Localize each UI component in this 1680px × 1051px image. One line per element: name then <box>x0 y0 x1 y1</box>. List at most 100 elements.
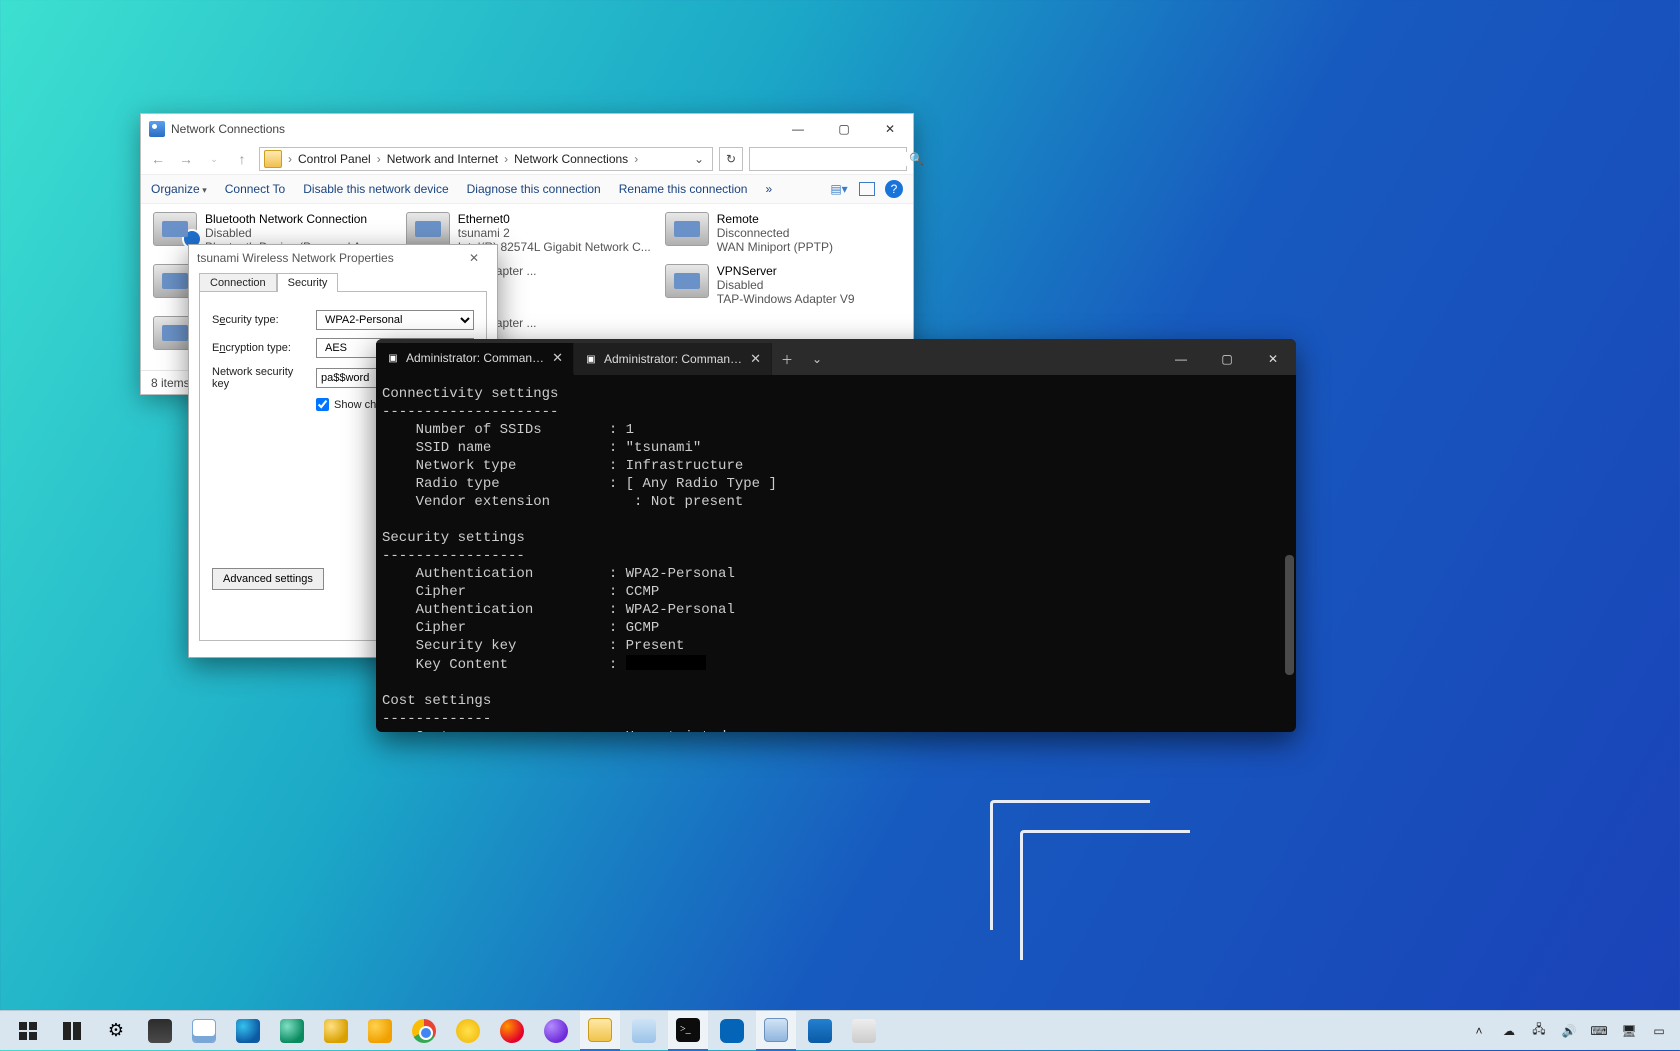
minimize-button[interactable]: — <box>775 114 821 144</box>
chrome-canary-button[interactable] <box>448 1011 488 1051</box>
onedrive-button[interactable] <box>712 1011 752 1051</box>
show-characters-checkbox[interactable] <box>316 398 329 411</box>
window-icon <box>149 121 165 137</box>
display-tray-icon[interactable]: 🖥 <box>1620 1022 1638 1040</box>
generic-app-button[interactable] <box>844 1011 884 1051</box>
dialog-title: tsunami Wireless Network Properties <box>197 251 459 265</box>
chevron-right-icon: › <box>286 152 294 166</box>
preview-pane-icon[interactable] <box>859 182 875 196</box>
ime-tray-icon[interactable]: ⌨ <box>1590 1022 1608 1040</box>
tab-security[interactable]: Security <box>277 273 339 292</box>
control-panel-button[interactable] <box>756 1011 796 1051</box>
adapter-status: Disabled <box>717 278 855 292</box>
back-button[interactable]: ← <box>147 148 169 170</box>
breadcrumb[interactable]: › Control Panel › Network and Internet ›… <box>259 147 713 171</box>
edge-canary-button[interactable] <box>360 1011 400 1051</box>
adapter-name: Remote <box>717 212 833 226</box>
status-text: 8 items <box>151 376 190 390</box>
action-center-icon[interactable]: ▭ <box>1650 1022 1668 1040</box>
cmd-icon: ▣ <box>386 351 400 365</box>
dialog-titlebar[interactable]: tsunami Wireless Network Properties ✕ <box>189 245 497 271</box>
network-tray-icon[interactable]: 🖧 <box>1530 1022 1548 1040</box>
adapter-item[interactable]: VPNServer Disabled TAP-Windows Adapter V… <box>663 262 903 308</box>
close-button[interactable]: ✕ <box>867 114 913 144</box>
overflow-button[interactable]: » <box>765 182 772 196</box>
crumb-dropdown[interactable]: ⌄ <box>690 152 708 166</box>
close-button[interactable]: ✕ <box>459 251 489 265</box>
search-input[interactable] <box>754 152 909 166</box>
search-box[interactable]: 🔍 <box>749 147 907 171</box>
tab-connection[interactable]: Connection <box>199 273 277 292</box>
up-button[interactable]: ↑ <box>231 148 253 170</box>
task-view-button[interactable] <box>52 1011 92 1051</box>
taskbar: ⚙ ˄ ☁ 🖧 🔊 ⌨ 🖥 ▭ <box>0 1010 1680 1050</box>
chrome-button[interactable] <box>404 1011 444 1051</box>
security-type-select[interactable]: WPA2-Personal <box>316 310 474 330</box>
adapter-status: Disabled <box>205 226 392 240</box>
redacted-key <box>626 655 706 670</box>
edge-button[interactable] <box>228 1011 268 1051</box>
maximize-button[interactable]: ▢ <box>821 114 867 144</box>
maximize-button[interactable]: ▢ <box>1204 343 1250 375</box>
window-title: Network Connections <box>171 122 775 136</box>
adapter-icon <box>406 212 450 246</box>
help-icon[interactable]: ? <box>885 180 903 198</box>
onedrive-tray-icon[interactable]: ☁ <box>1500 1022 1518 1040</box>
system-tray: ˄ ☁ 🖧 🔊 ⌨ 🖥 ▭ <box>1470 1022 1672 1040</box>
new-tab-button[interactable]: ＋ <box>772 343 802 375</box>
diagnose-button[interactable]: Diagnose this connection <box>467 182 601 196</box>
search-icon[interactable]: 🔍 <box>909 152 924 166</box>
close-tab-icon[interactable]: ✕ <box>550 350 565 366</box>
adapter-icon <box>665 212 709 246</box>
scrollbar-thumb[interactable] <box>1285 555 1294 675</box>
firefox-button[interactable] <box>492 1011 532 1051</box>
adapter-device: TAP-Windows Adapter V9 <box>717 292 855 306</box>
close-tab-icon[interactable]: ✕ <box>748 351 763 367</box>
minimize-button[interactable]: — <box>1158 343 1204 375</box>
connect-to-button[interactable]: Connect To <box>225 182 286 196</box>
settings-button[interactable]: ⚙ <box>96 1011 136 1051</box>
crumb-network-internet[interactable]: Network and Internet <box>387 152 498 166</box>
adapter-item[interactable]: Remote Disconnected WAN Miniport (PPTP) <box>663 210 903 256</box>
terminal-output[interactable]: Connectivity settings ------------------… <box>376 375 1296 732</box>
close-button[interactable]: ✕ <box>1250 343 1296 375</box>
disable-device-button[interactable]: Disable this network device <box>303 182 448 196</box>
terminal-tab-label: Administrator: Command Prompt <box>604 352 742 366</box>
explorer-button[interactable] <box>580 1011 620 1051</box>
adapter-icon <box>665 264 709 298</box>
mail-button[interactable] <box>624 1011 664 1051</box>
rename-button[interactable]: Rename this connection <box>619 182 748 196</box>
start-button[interactable] <box>8 1011 48 1051</box>
titlebar[interactable]: Network Connections — ▢ ✕ <box>141 114 913 144</box>
edge-dev-button[interactable] <box>316 1011 356 1051</box>
adapter-device: WAN Miniport (PPTP) <box>717 240 833 254</box>
gear-icon: ⚙ <box>104 1019 128 1043</box>
notepad-button[interactable] <box>184 1011 224 1051</box>
security-type-label: Security type: <box>212 314 308 326</box>
terminal-button[interactable] <box>668 1011 708 1051</box>
store-button[interactable] <box>140 1011 180 1051</box>
address-bar: ← → ⌄ ↑ › Control Panel › Network and In… <box>141 144 913 174</box>
remote-desktop-button[interactable] <box>800 1011 840 1051</box>
terminal-tab-2[interactable]: ▣ Administrator: Command Prompt ✕ <box>574 343 772 375</box>
firefox-nightly-button[interactable] <box>536 1011 576 1051</box>
crumb-control-panel[interactable]: Control Panel <box>298 152 371 166</box>
refresh-button[interactable]: ↻ <box>719 147 743 171</box>
terminal-tab-1[interactable]: ▣ Administrator: Command Prompt ✕ <box>376 343 574 375</box>
terminal-titlebar[interactable]: ▣ Administrator: Command Prompt ✕ ▣ Admi… <box>376 339 1296 375</box>
terminal-window: ▣ Administrator: Command Prompt ✕ ▣ Admi… <box>376 339 1296 732</box>
crumb-network-connections[interactable]: Network Connections <box>514 152 628 166</box>
forward-button[interactable]: → <box>175 148 197 170</box>
network-key-label: Network security key <box>212 366 308 390</box>
advanced-settings-button[interactable]: Advanced settings <box>212 568 324 590</box>
tray-overflow-icon[interactable]: ˄ <box>1470 1022 1488 1040</box>
organize-button[interactable]: Organize <box>151 182 207 196</box>
view-options-icon[interactable]: ▤▾ <box>829 179 849 199</box>
terminal-tab-label: Administrator: Command Prompt <box>406 351 544 365</box>
edge-beta-button[interactable] <box>272 1011 312 1051</box>
encryption-type-label: Encryption type: <box>212 342 308 354</box>
command-bar: Organize Connect To Disable this network… <box>141 174 913 204</box>
tab-dropdown-button[interactable]: ⌄ <box>802 343 832 375</box>
recent-button[interactable]: ⌄ <box>203 148 225 170</box>
volume-tray-icon[interactable]: 🔊 <box>1560 1022 1578 1040</box>
